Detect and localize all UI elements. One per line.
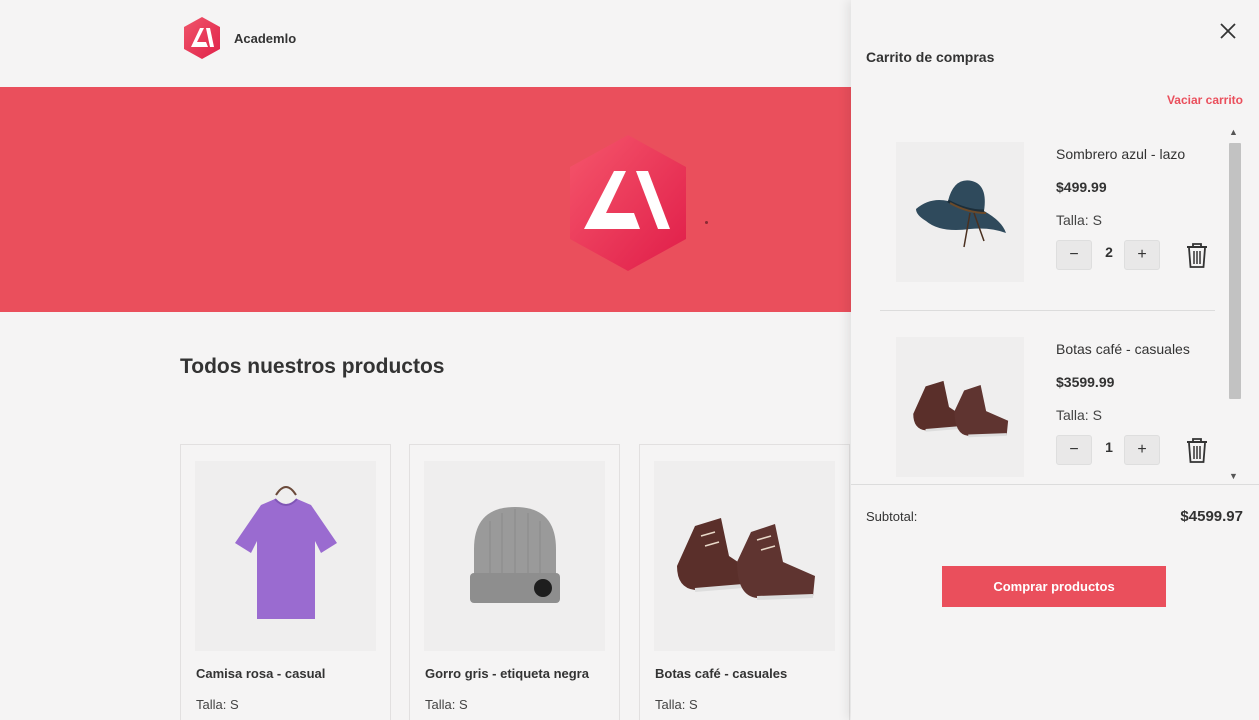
decrease-quantity-button[interactable]: − xyxy=(1056,435,1092,465)
scroll-down-icon[interactable]: ▼ xyxy=(1229,471,1238,481)
academlo-logo-icon xyxy=(570,135,686,271)
hero-dot xyxy=(705,221,708,224)
cart-item-image xyxy=(896,337,1024,477)
trash-icon[interactable] xyxy=(1185,242,1209,268)
cart-item-name: Botas café - casuales xyxy=(1056,341,1190,357)
cart-item-size: Talla: S xyxy=(1056,407,1102,423)
cart-item: Sombrero azul - lazo $499.99 Talla: S − … xyxy=(880,126,1215,311)
product-name[interactable]: Gorro gris - etiqueta negra xyxy=(425,666,589,681)
trash-icon[interactable] xyxy=(1185,437,1209,463)
boots-icon xyxy=(913,380,1009,438)
quantity-value: 1 xyxy=(1105,439,1113,455)
subtotal-label: Subtotal: xyxy=(866,509,918,524)
boots-icon xyxy=(676,518,815,600)
product-image[interactable] xyxy=(424,461,605,651)
cart-scrollbar[interactable]: ▲ ▼ xyxy=(1227,127,1241,485)
product-image[interactable] xyxy=(195,461,376,651)
product-card[interactable]: Gorro gris - etiqueta negra Talla: S xyxy=(409,444,620,720)
cart-item: Botas café - casuales $3599.99 Talla: S … xyxy=(880,321,1215,484)
product-size: Talla: S xyxy=(196,697,239,712)
product-image[interactable] xyxy=(654,461,835,651)
decrease-quantity-button[interactable]: − xyxy=(1056,240,1092,270)
close-icon[interactable] xyxy=(1217,20,1239,42)
beanie-icon xyxy=(469,507,560,603)
product-card[interactable]: Botas café - casuales Talla: S xyxy=(639,444,850,720)
product-size: Talla: S xyxy=(425,697,468,712)
product-name[interactable]: Botas café - casuales xyxy=(655,666,787,681)
product-card[interactable]: Camisa rosa - casual Talla: S xyxy=(180,444,391,720)
product-name[interactable]: Camisa rosa - casual xyxy=(196,666,325,681)
buy-products-button[interactable]: Comprar productos xyxy=(942,566,1166,607)
scrollbar-thumb[interactable] xyxy=(1229,143,1241,399)
increase-quantity-button[interactable]: + xyxy=(1124,240,1160,270)
subtotal-value: $4599.97 xyxy=(1180,508,1243,525)
empty-cart-button[interactable]: Vaciar carrito xyxy=(1167,93,1243,107)
increase-quantity-button[interactable]: + xyxy=(1124,435,1160,465)
cart-item-price: $3599.99 xyxy=(1056,374,1115,390)
cart-panel: Carrito de compras Vaciar carrito Sombre… xyxy=(851,0,1259,720)
quantity-value: 2 xyxy=(1105,244,1113,260)
academlo-logo-icon xyxy=(184,17,220,59)
cart-item-size: Talla: S xyxy=(1056,212,1102,228)
cart-item-name: Sombrero azul - lazo xyxy=(1056,146,1186,162)
scroll-up-icon[interactable]: ▲ xyxy=(1229,127,1238,137)
cart-item-image xyxy=(896,142,1024,282)
product-size: Talla: S xyxy=(655,697,698,712)
cart-items-list[interactable]: Sombrero azul - lazo $499.99 Talla: S − … xyxy=(851,126,1241,484)
cart-item-price: $499.99 xyxy=(1056,179,1107,195)
brand-link[interactable]: Academlo xyxy=(182,17,296,59)
brand-name: Academlo xyxy=(234,30,297,46)
cart-title: Carrito de compras xyxy=(866,49,995,65)
tshirt-icon xyxy=(234,485,337,619)
divider xyxy=(851,484,1259,485)
products-title: Todos nuestros productos xyxy=(180,355,445,378)
hat-icon xyxy=(916,180,1006,248)
